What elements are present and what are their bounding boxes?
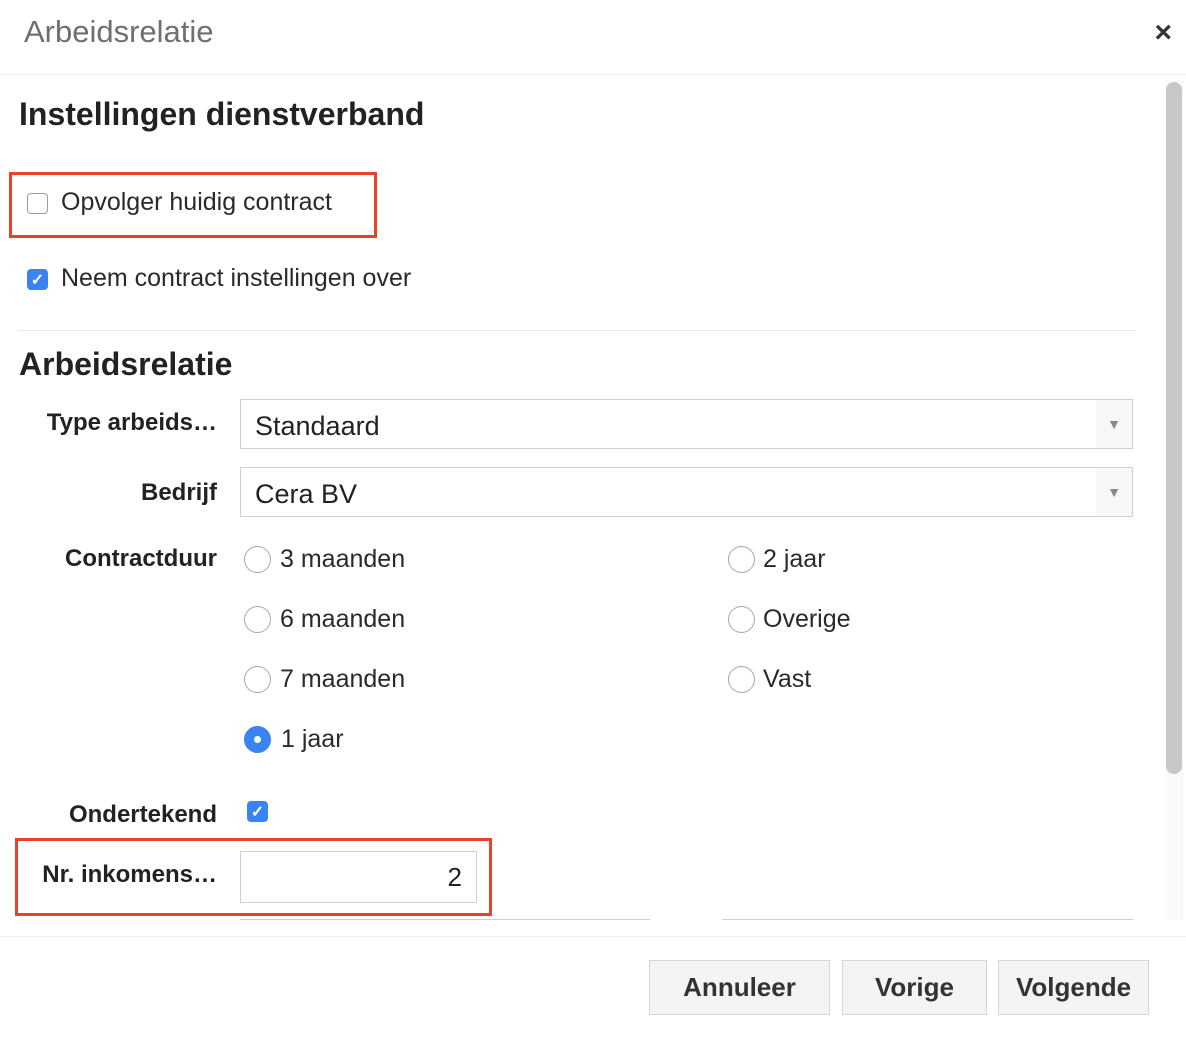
- radio-2-jaar[interactable]: [728, 546, 755, 573]
- close-icon[interactable]: ×: [1154, 18, 1172, 48]
- radio-label[interactable]: 3 maanden: [280, 545, 405, 574]
- relation-heading: Arbeidsrelatie: [19, 346, 233, 382]
- chevron-down-icon[interactable]: ▼: [1096, 400, 1132, 448]
- signed-label: Ondertekend: [68, 801, 217, 828]
- partial-field: [722, 919, 1133, 920]
- duration-label: Contractduur: [65, 545, 217, 572]
- radio-label[interactable]: 1 jaar: [281, 725, 344, 754]
- company-select[interactable]: Cera BV ▼: [240, 467, 1133, 517]
- type-label: Type arbeids…: [46, 409, 217, 436]
- company-label: Bedrijf: [140, 479, 217, 506]
- type-select-value: Standaard: [255, 411, 380, 441]
- signed-checkbox[interactable]: ✓: [247, 801, 268, 822]
- radio-3-maanden[interactable]: [244, 546, 271, 573]
- radio-label[interactable]: 6 maanden: [280, 605, 405, 634]
- radio-label[interactable]: 7 maanden: [280, 665, 405, 694]
- radio-label[interactable]: Vast: [763, 665, 811, 694]
- cancel-button[interactable]: Annuleer: [649, 960, 830, 1015]
- radio-7-maanden[interactable]: [244, 666, 271, 693]
- radio-vast[interactable]: [728, 666, 755, 693]
- take-over-label[interactable]: Neem contract instellingen over: [61, 264, 411, 293]
- scrollbar-thumb[interactable]: [1166, 82, 1182, 774]
- settings-heading: Instellingen dienstverband: [19, 96, 425, 132]
- type-select[interactable]: Standaard ▼: [240, 399, 1133, 449]
- next-button[interactable]: Volgende: [998, 960, 1149, 1015]
- partial-field: [240, 919, 650, 920]
- successor-checkbox[interactable]: [27, 193, 48, 214]
- take-over-checkbox[interactable]: ✓: [27, 269, 48, 290]
- company-select-value: Cera BV: [255, 479, 358, 509]
- radio-1-jaar[interactable]: [244, 726, 271, 753]
- radio-6-maanden[interactable]: [244, 606, 271, 633]
- chevron-down-icon[interactable]: ▼: [1096, 468, 1132, 516]
- footer-divider: [0, 936, 1186, 937]
- header-divider: [0, 74, 1186, 75]
- successor-label[interactable]: Opvolger huidig contract: [61, 188, 332, 217]
- radio-label[interactable]: Overige: [763, 605, 851, 634]
- section-divider: [18, 330, 1136, 331]
- income-label: Nr. inkomens…: [42, 861, 217, 888]
- income-input[interactable]: 2: [240, 851, 477, 903]
- radio-label[interactable]: 2 jaar: [763, 545, 826, 574]
- radio-overige[interactable]: [728, 606, 755, 633]
- dialog-title: Arbeidsrelatie: [24, 14, 214, 49]
- previous-button[interactable]: Vorige: [842, 960, 987, 1015]
